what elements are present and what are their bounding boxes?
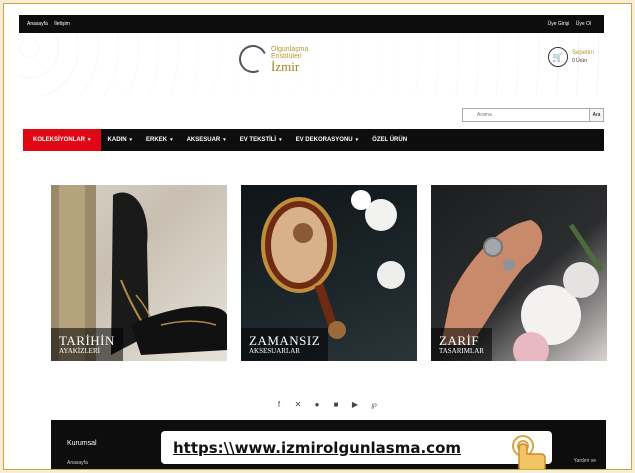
header: Olgunlaşma Enstitüleri İzmir 🛒 Sepetim 0… — [19, 33, 604, 96]
tile-subtitle: AYAKİZLERİ — [59, 346, 100, 355]
nav-item[interactable]: AKSESUAR ▾ — [180, 129, 233, 151]
pinterest-icon[interactable]: ℘ — [369, 400, 379, 409]
nav-item[interactable]: EV DEKORASYONU ▾ — [289, 129, 366, 151]
tile-caption: ZARİF TASARIMLAR — [431, 328, 492, 361]
collection-tile-history[interactable]: TARİHİN AYAKİZLERİ — [51, 185, 227, 361]
main-nav: KOLEKSİYONLAR ▾ KADIN ▾ ERKEK ▾ AKSESUAR ▾ EV TE… — [23, 129, 604, 151]
nav-item-label: AKSESUAR — [186, 137, 221, 143]
tile-title: ZARİF — [439, 333, 480, 349]
chevron-down-icon: ▾ — [223, 137, 226, 143]
collection-tile-designs[interactable]: ZARİF TASARIMLAR — [431, 185, 607, 361]
pinterest-circle-icon[interactable]: ● — [312, 400, 322, 409]
linkedin-icon[interactable]: ■ — [331, 400, 341, 409]
footer-link-help[interactable]: Yardım ve — [574, 458, 596, 464]
nav-item[interactable]: ERKEK ▾ — [139, 129, 180, 151]
chevron-down-icon: ▾ — [88, 137, 91, 143]
nav-item-label: KADIN — [107, 137, 127, 143]
tile-title: ZAMANSIZ — [249, 333, 321, 349]
nav-item[interactable]: KADIN ▾ — [101, 129, 140, 151]
login-link[interactable]: Üye Girişi — [548, 21, 570, 27]
nav-item-label: ÖZEL ÜRÜN — [372, 137, 408, 143]
url-overlay-banner[interactable]: https:\\www.izmirolgunlasma.com — [161, 431, 552, 464]
footer-link-home[interactable]: Anasayfa — [67, 460, 88, 466]
nav-item-label: KOLEKSİYONLAR — [33, 137, 86, 143]
register-link[interactable]: Üye Ol — [576, 21, 591, 27]
search-input[interactable] — [463, 109, 589, 121]
social-links: f ✕ ● ■ ▶ ℘ — [274, 400, 379, 409]
nav-item-label: ERKEK — [146, 137, 168, 143]
logo-line-3: İzmir — [271, 58, 300, 74]
chevron-down-icon: ▾ — [129, 137, 133, 143]
cart[interactable]: 🛒 Sepetim 0 Ürün — [547, 47, 594, 67]
nav-item-label: EV TEKSTİLİ — [239, 137, 277, 143]
logo-line-1: Olgunlaşma — [271, 45, 309, 53]
nav-item[interactable]: KOLEKSİYONLAR ▾ — [23, 129, 101, 151]
footer-title: Kurumsal — [67, 440, 97, 447]
chevron-down-icon: ▾ — [170, 137, 173, 143]
tile-caption: ZAMANSIZ AKSESUARLAR — [241, 328, 329, 361]
x-icon[interactable]: ✕ — [293, 400, 303, 409]
tile-title: TARİHİN — [59, 333, 115, 349]
cart-icon[interactable]: 🛒 — [547, 47, 568, 67]
collection-tile-accessories[interactable]: ZAMANSIZ AKSESUARLAR — [241, 185, 417, 361]
hand-pointer-icon — [512, 435, 546, 469]
nav-item[interactable]: ÖZEL ÜRÜN — [365, 129, 414, 151]
facebook-icon[interactable]: f — [274, 400, 284, 409]
tile-caption: TARİHİN AYAKİZLERİ — [51, 328, 123, 361]
youtube-icon[interactable]: ▶ — [350, 400, 360, 409]
site-logo[interactable]: Olgunlaşma Enstitüleri İzmir — [235, 41, 309, 77]
search-button[interactable]: Ara — [589, 109, 603, 121]
top-bar: Anasayfa İletişim Üye Girişi Üye Ol — [19, 15, 604, 33]
cart-count: 0 — [571, 57, 575, 64]
tile-subtitle: AKSESUARLAR — [249, 346, 300, 355]
cart-unit: Ürün — [576, 57, 587, 64]
nav-item[interactable]: EV TEKSTİLİ ▾ — [233, 129, 289, 151]
search-box: Ara — [462, 108, 604, 122]
contact-link[interactable]: İletişim — [54, 21, 70, 27]
chevron-down-icon: ▾ — [279, 137, 282, 143]
tile-subtitle: TASARIMLAR — [439, 346, 484, 355]
chevron-down-icon: ▾ — [355, 137, 359, 143]
nav-item-label: EV DEKORASYONU — [295, 137, 353, 143]
page-frame: Anasayfa İletişim Üye Girişi Üye Ol Olgu… — [3, 3, 632, 470]
home-link[interactable]: Anasayfa — [27, 21, 48, 27]
url-text[interactable]: https:\\www.izmirolgunlasma.com — [173, 439, 461, 457]
logo-mark-icon — [235, 41, 271, 77]
cart-title: Sepetim — [571, 49, 594, 56]
